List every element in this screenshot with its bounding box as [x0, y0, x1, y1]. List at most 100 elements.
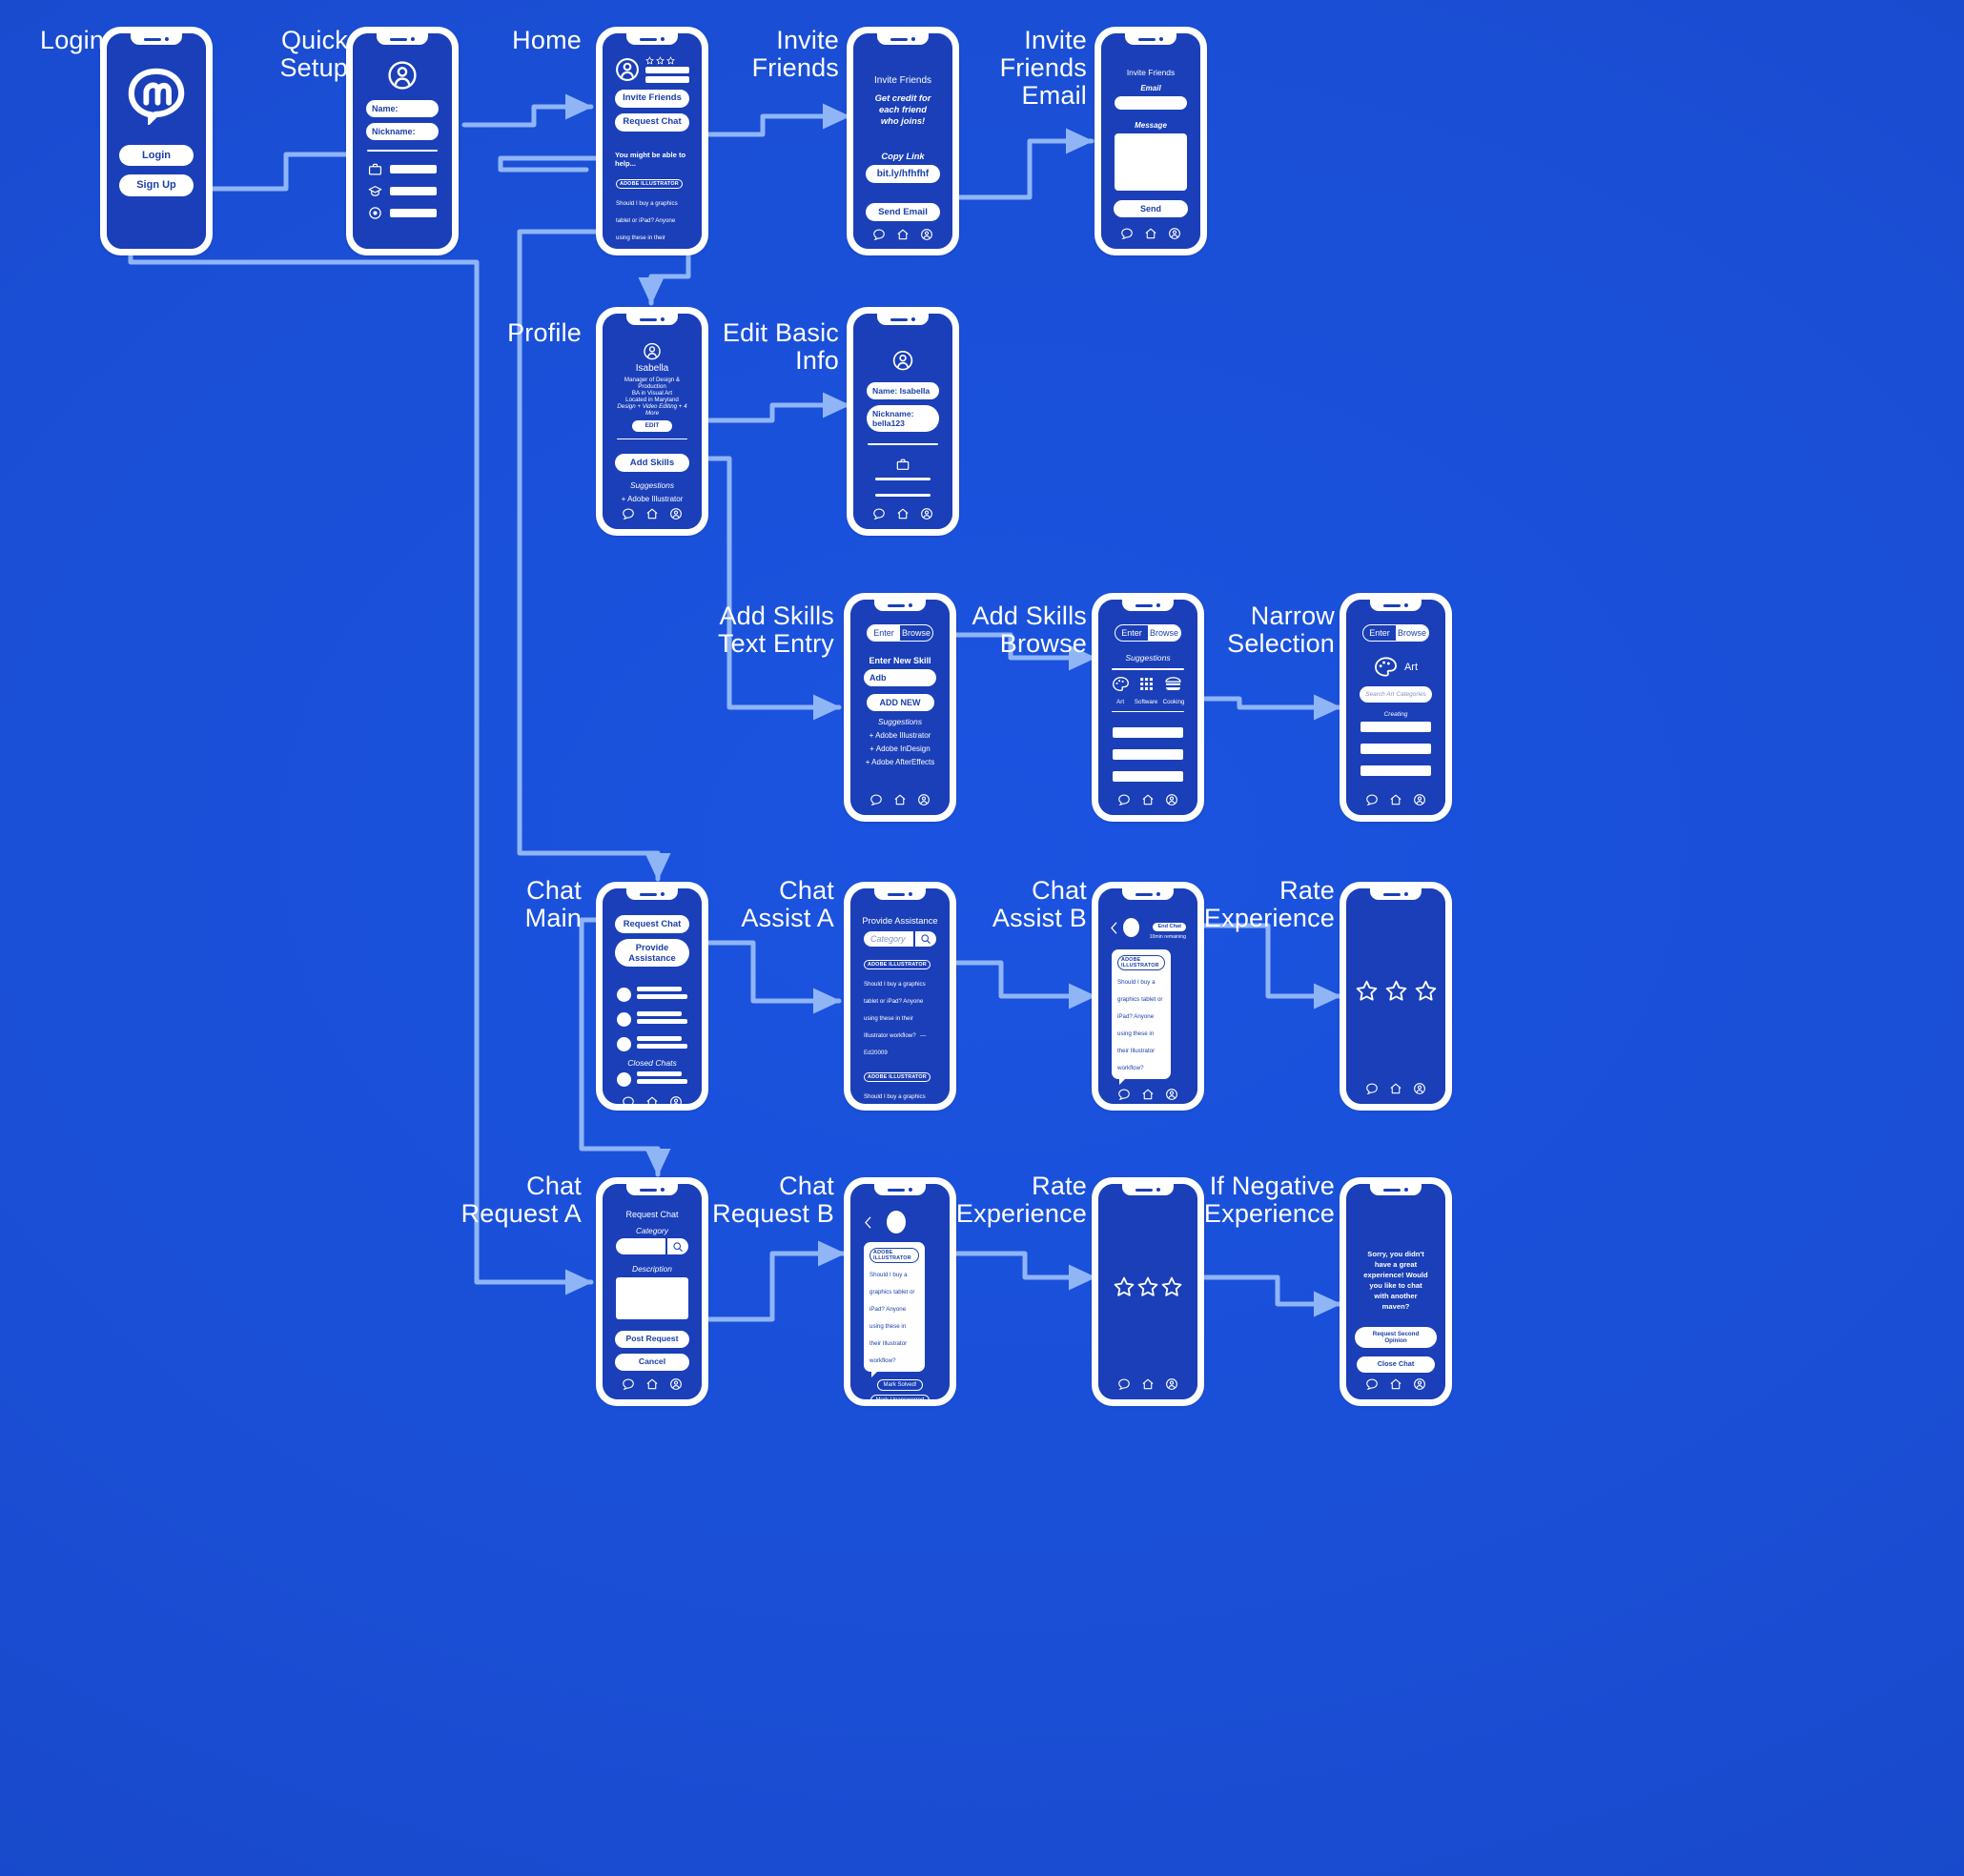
- edit-button[interactable]: EDIT: [632, 420, 672, 432]
- chat-bubble-icon[interactable]: [622, 507, 635, 520]
- star-icon[interactable]: [1384, 979, 1408, 1003]
- suggestion-item[interactable]: + Adobe AfterEffects: [859, 758, 941, 766]
- chat-list-item[interactable]: [617, 987, 687, 1002]
- home-icon[interactable]: [1141, 1377, 1155, 1391]
- end-chat-button[interactable]: End Chat: [1153, 922, 1186, 931]
- nickname-field[interactable]: Nickname: bella123: [867, 405, 939, 433]
- profile-icon[interactable]: [1413, 793, 1426, 806]
- home-icon[interactable]: [1389, 1082, 1402, 1095]
- result-row[interactable]: [1360, 744, 1431, 754]
- category-cooking[interactable]: Cooking: [1163, 676, 1184, 705]
- rating-stars[interactable]: [1113, 1275, 1183, 1298]
- name-field[interactable]: Name:: [366, 100, 439, 117]
- result-row[interactable]: [1113, 727, 1183, 739]
- invite-friends-button[interactable]: Invite Friends: [615, 90, 689, 108]
- result-row[interactable]: [1113, 749, 1183, 761]
- chat-bubble-icon[interactable]: [1117, 1088, 1131, 1101]
- close-chat-button[interactable]: Close Chat: [1356, 1356, 1436, 1373]
- home-icon[interactable]: [1144, 227, 1157, 240]
- home-icon[interactable]: [1141, 1088, 1155, 1101]
- profile-icon[interactable]: [1165, 1377, 1178, 1391]
- result-row[interactable]: [1360, 765, 1431, 776]
- suggestion-item[interactable]: + Adobe Illustrator: [859, 731, 941, 740]
- chat-bubble-icon[interactable]: [1365, 1377, 1379, 1391]
- tab-browse[interactable]: Browse: [1148, 625, 1180, 641]
- chat-bubble-icon[interactable]: [622, 1095, 635, 1106]
- profile-icon[interactable]: [669, 1095, 683, 1106]
- name-field[interactable]: Name: Isabella: [867, 382, 939, 400]
- category-input[interactable]: Category: [864, 931, 913, 947]
- profile-icon[interactable]: [1165, 793, 1178, 806]
- home-icon[interactable]: [645, 1095, 659, 1106]
- star-icon[interactable]: [1355, 979, 1379, 1003]
- search-button[interactable]: [667, 1238, 688, 1254]
- home-icon[interactable]: [893, 793, 907, 806]
- email-input[interactable]: [1115, 96, 1187, 110]
- profile-icon[interactable]: [1413, 1082, 1426, 1095]
- home-icon[interactable]: [645, 507, 659, 520]
- home-icon[interactable]: [896, 507, 910, 520]
- education-value-bar[interactable]: [390, 187, 437, 195]
- description-textarea[interactable]: [616, 1277, 688, 1320]
- send-email-button[interactable]: Send Email: [866, 203, 940, 222]
- assist-question-card[interactable]: ADOBE ILLUSTRATOR Should I buy a graphic…: [864, 956, 936, 1059]
- home-icon[interactable]: [645, 1377, 659, 1391]
- rating-stars[interactable]: [1355, 979, 1438, 1003]
- chat-bubble-icon[interactable]: [1120, 227, 1134, 240]
- search-categories-input[interactable]: Search Art Categories: [1360, 686, 1432, 703]
- home-icon[interactable]: [1389, 793, 1402, 806]
- profile-icon[interactable]: [917, 793, 931, 806]
- mark-unanswered-button[interactable]: Mark Unanswerred: [869, 1395, 931, 1399]
- profile-icon[interactable]: [669, 1377, 683, 1391]
- chevron-left-icon[interactable]: [1110, 922, 1118, 934]
- suggestion-item[interactable]: + Adobe InDesign: [859, 744, 941, 753]
- work-value-bar[interactable]: [390, 165, 437, 173]
- star-icon[interactable]: [1113, 1275, 1135, 1298]
- signup-button[interactable]: Sign Up: [119, 174, 194, 196]
- result-row[interactable]: [1360, 722, 1431, 732]
- chat-bubble-icon[interactable]: [872, 507, 886, 520]
- cancel-button[interactable]: Cancel: [615, 1354, 689, 1371]
- tab-enter[interactable]: Enter: [1115, 625, 1148, 641]
- profile-icon[interactable]: [920, 507, 933, 520]
- request-second-opinion-button[interactable]: Request Second Opinion: [1355, 1327, 1437, 1349]
- chat-bubble-icon[interactable]: [869, 793, 883, 806]
- login-button[interactable]: Login: [119, 144, 194, 167]
- profile-icon[interactable]: [669, 507, 683, 520]
- star-icon[interactable]: [1136, 1275, 1159, 1298]
- profile-icon[interactable]: [1168, 227, 1181, 240]
- home-icon[interactable]: [1141, 793, 1155, 806]
- user-avatar-icon[interactable]: [615, 57, 640, 82]
- home-icon[interactable]: [896, 228, 910, 241]
- add-skills-button[interactable]: Add Skills: [615, 453, 689, 472]
- send-button[interactable]: Send: [1114, 200, 1188, 218]
- request-chat-button[interactable]: Request Chat: [615, 915, 689, 933]
- closed-chat-list-item[interactable]: [617, 1071, 687, 1087]
- category-input[interactable]: [616, 1238, 665, 1254]
- post-request-button[interactable]: Post Request: [615, 1331, 689, 1349]
- star-icon[interactable]: [1160, 1275, 1183, 1298]
- home-question-card[interactable]: ADOBE ILLUSTRATOR Should I buy a graphic…: [616, 175, 688, 249]
- search-button[interactable]: [915, 931, 936, 947]
- chat-bubble-icon[interactable]: [1117, 793, 1131, 806]
- result-row[interactable]: [1113, 771, 1183, 783]
- location-value-bar[interactable]: [390, 209, 437, 217]
- chat-bubble-icon[interactable]: [1365, 1082, 1379, 1095]
- home-icon[interactable]: [1389, 1377, 1402, 1391]
- category-software[interactable]: Software: [1135, 676, 1157, 705]
- provide-assistance-button[interactable]: Provide Assistance: [615, 938, 689, 968]
- chat-bubble-icon[interactable]: [622, 1377, 635, 1391]
- request-chat-button[interactable]: Request Chat: [615, 112, 689, 132]
- user-avatar-icon[interactable]: [890, 350, 916, 371]
- work-line-1[interactable]: [875, 478, 931, 481]
- nickname-field[interactable]: Nickname:: [366, 123, 439, 140]
- message-textarea[interactable]: [1115, 133, 1187, 191]
- chat-bubble-icon[interactable]: [1365, 793, 1379, 806]
- tab-enter[interactable]: Enter: [1363, 625, 1396, 641]
- new-skill-input[interactable]: Adb: [864, 669, 936, 686]
- tab-browse[interactable]: Browse: [1396, 625, 1428, 641]
- category-art[interactable]: Art: [1112, 676, 1130, 705]
- chat-bubble-icon[interactable]: [1117, 1377, 1131, 1391]
- chat-list-item[interactable]: [617, 1011, 687, 1027]
- chat-list-item[interactable]: [617, 1036, 687, 1051]
